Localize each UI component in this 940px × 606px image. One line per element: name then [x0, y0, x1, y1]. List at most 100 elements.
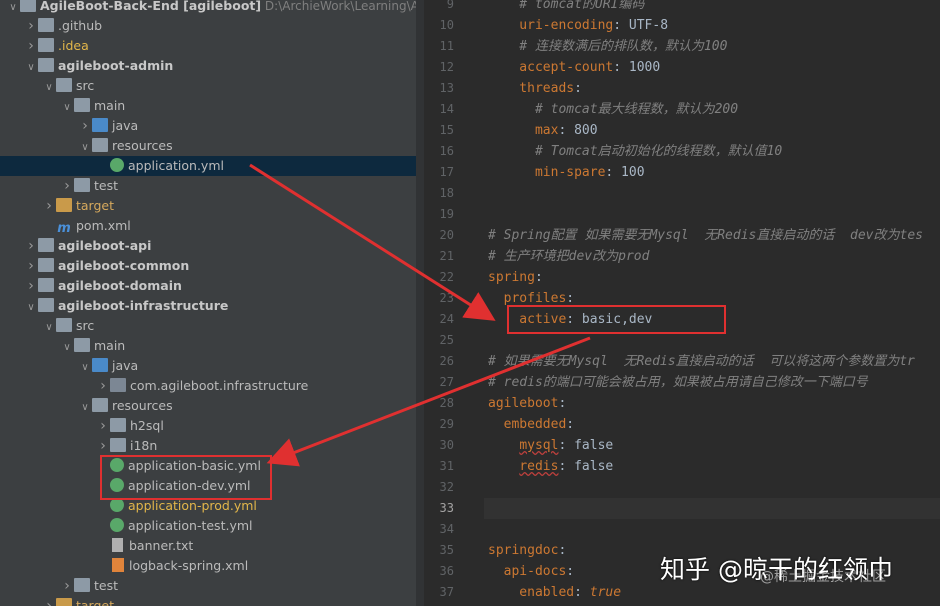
code-line[interactable]: agileboot:: [488, 393, 566, 414]
chevron-right-icon[interactable]: ›: [42, 596, 56, 606]
tree-item[interactable]: › target: [0, 196, 416, 216]
code-line[interactable]: min-spare: 100: [488, 162, 645, 183]
code-line[interactable]: # tomcat最大线程数，默认为200: [488, 99, 738, 120]
code-line[interactable]: # Tomcat启动初始化的线程数，默认值10: [488, 141, 782, 162]
code-line[interactable]: # 连接数满后的排队数，默认为100: [488, 36, 727, 57]
line-number: 20: [439, 228, 454, 242]
tree-item[interactable]: banner.txt: [0, 536, 416, 556]
folder-icon: [74, 98, 90, 112]
code-line[interactable]: # Spring配置 如果需要无Mysql 无Redis直接启动的话 dev改为…: [488, 225, 923, 246]
tree-item[interactable]: › .idea: [0, 36, 416, 56]
tree-item-label: com.agileboot.infrastructure: [130, 378, 309, 393]
tree-item[interactable]: › target: [0, 596, 416, 606]
code-line[interactable]: # tomcat的URI编码: [488, 0, 644, 15]
tree-item[interactable]: › test: [0, 176, 416, 196]
tree-item[interactable]: ∨ src: [0, 316, 416, 336]
tree-item-label: application-prod.yml: [128, 498, 257, 513]
code-editor[interactable]: 9 # tomcat的URI编码 10 uri-encoding: UTF-8 11…: [424, 0, 940, 606]
tree-item[interactable]: › .github: [0, 16, 416, 36]
code-token: # Spring配置 如果需要无Mysql 无Redis直接启动的话 dev改为…: [488, 228, 923, 243]
tree-item[interactable]: › agileboot-api: [0, 236, 416, 256]
tree-item[interactable]: › agileboot-common: [0, 256, 416, 276]
line-number: 29: [439, 417, 454, 431]
code-line[interactable]: spring:: [488, 267, 543, 288]
chevron-right-icon[interactable]: ›: [96, 376, 110, 396]
code-line[interactable]: springdoc:: [488, 540, 566, 561]
chevron-down-icon[interactable]: ∨: [42, 318, 56, 338]
code-line[interactable]: uri-encoding: UTF-8: [488, 15, 668, 36]
tree-item[interactable]: ∨ resources: [0, 396, 416, 416]
tree-item[interactable]: ∨ main: [0, 336, 416, 356]
code-line[interactable]: accept-count: 1000: [488, 57, 660, 78]
line-number: 15: [439, 123, 454, 137]
tree-item[interactable]: ∨ main: [0, 96, 416, 116]
tree-item[interactable]: application-test.yml: [0, 516, 416, 536]
chevron-down-icon[interactable]: ∨: [78, 358, 92, 378]
tree-item[interactable]: › test: [0, 576, 416, 596]
tree-item[interactable]: › i18n: [0, 436, 416, 456]
line-number: 13: [439, 81, 454, 95]
code-line[interactable]: mysql: false: [488, 435, 613, 456]
chevron-right-icon[interactable]: ›: [96, 436, 110, 456]
chevron-right-icon[interactable]: ›: [24, 16, 38, 36]
tree-item[interactable]: ∨ AgileBoot-Back-End [agileboot] D:\Archi…: [0, 0, 416, 16]
chevron-right-icon[interactable]: ›: [24, 256, 38, 276]
tree-item-label: banner.txt: [129, 538, 194, 553]
tree-item[interactable]: › java: [0, 116, 416, 136]
tree-item[interactable]: › com.agileboot.infrastructure: [0, 376, 416, 396]
code-token: embedded: [488, 417, 567, 432]
chevron-down-icon[interactable]: ∨: [24, 58, 38, 78]
line-number: 35: [439, 543, 454, 557]
chevron-right-icon[interactable]: ›: [24, 236, 38, 256]
chevron-down-icon[interactable]: ∨: [42, 78, 56, 98]
panel-divider[interactable]: [416, 0, 424, 606]
chevron-right-icon[interactable]: ›: [96, 416, 110, 436]
tree-item[interactable]: › h2sql: [0, 416, 416, 436]
code-line[interactable]: enabled: true: [488, 582, 621, 603]
tree-item-label: resources: [112, 138, 173, 153]
line-number: 18: [439, 186, 454, 200]
code-line[interactable]: # 生产环境把dev改为prod: [488, 246, 649, 267]
code-line[interactable]: api-docs:: [488, 561, 574, 582]
tree-item-label: src: [76, 78, 95, 93]
chevron-right-icon[interactable]: ›: [24, 36, 38, 56]
chevron-down-icon[interactable]: ∨: [78, 398, 92, 418]
line-number: 19: [439, 207, 454, 221]
line-number: 28: [439, 396, 454, 410]
tree-item[interactable]: ∨ agileboot-admin: [0, 56, 416, 76]
chevron-right-icon[interactable]: ›: [60, 176, 74, 196]
tree-item[interactable]: › agileboot-domain: [0, 276, 416, 296]
tree-item[interactable]: ∨ src: [0, 76, 416, 96]
line-number: 33: [439, 501, 454, 515]
tree-item[interactable]: ∨ agileboot-infrastructure: [0, 296, 416, 316]
folder-icon: [110, 418, 126, 432]
chevron-down-icon[interactable]: ∨: [24, 298, 38, 318]
tree-item[interactable]: ∨ java: [0, 356, 416, 376]
folder-icon: [74, 578, 90, 592]
tree-item[interactable]: m pom.xml: [0, 216, 416, 236]
code-line[interactable]: max: 800: [488, 120, 598, 141]
code-line[interactable]: embedded:: [488, 414, 574, 435]
chevron-right-icon[interactable]: ›: [42, 196, 56, 216]
excluded-folder-icon: [56, 598, 72, 606]
code-line[interactable]: redis: false: [488, 456, 613, 477]
tree-item[interactable]: logback-spring.xml: [0, 556, 416, 576]
tree-item[interactable]: ∨ resources: [0, 136, 416, 156]
tree-item[interactable]: application.yml: [0, 156, 416, 176]
code-token: :: [566, 417, 575, 432]
code-line[interactable]: # 如果需要无Mysql 无Redis直接启动的话 可以将这两个参数置为tr: [488, 351, 915, 372]
tree-item-label: main: [94, 338, 126, 353]
tree-item-label: test: [94, 578, 119, 593]
code-line[interactable]: threads:: [488, 78, 582, 99]
chevron-right-icon[interactable]: ›: [24, 276, 38, 296]
chevron-down-icon[interactable]: ∨: [78, 138, 92, 158]
code-token: # 如果需要无Mysql 无Redis直接启动的话 可以将这两个参数置为tr: [488, 354, 915, 369]
chevron-down-icon[interactable]: ∨: [60, 338, 74, 358]
chevron-right-icon[interactable]: ›: [60, 576, 74, 596]
chevron-down-icon[interactable]: ∨: [60, 98, 74, 118]
code-line[interactable]: # redis的端口可能会被占用，如果被占用请自己修改一下端口号: [488, 372, 868, 393]
yaml-file-icon: [110, 518, 124, 532]
chevron-right-icon[interactable]: ›: [78, 116, 92, 136]
tree-item-label: i18n: [130, 438, 158, 453]
project-path: D:\ArchieWork\Learning\AgileBo: [264, 0, 416, 13]
